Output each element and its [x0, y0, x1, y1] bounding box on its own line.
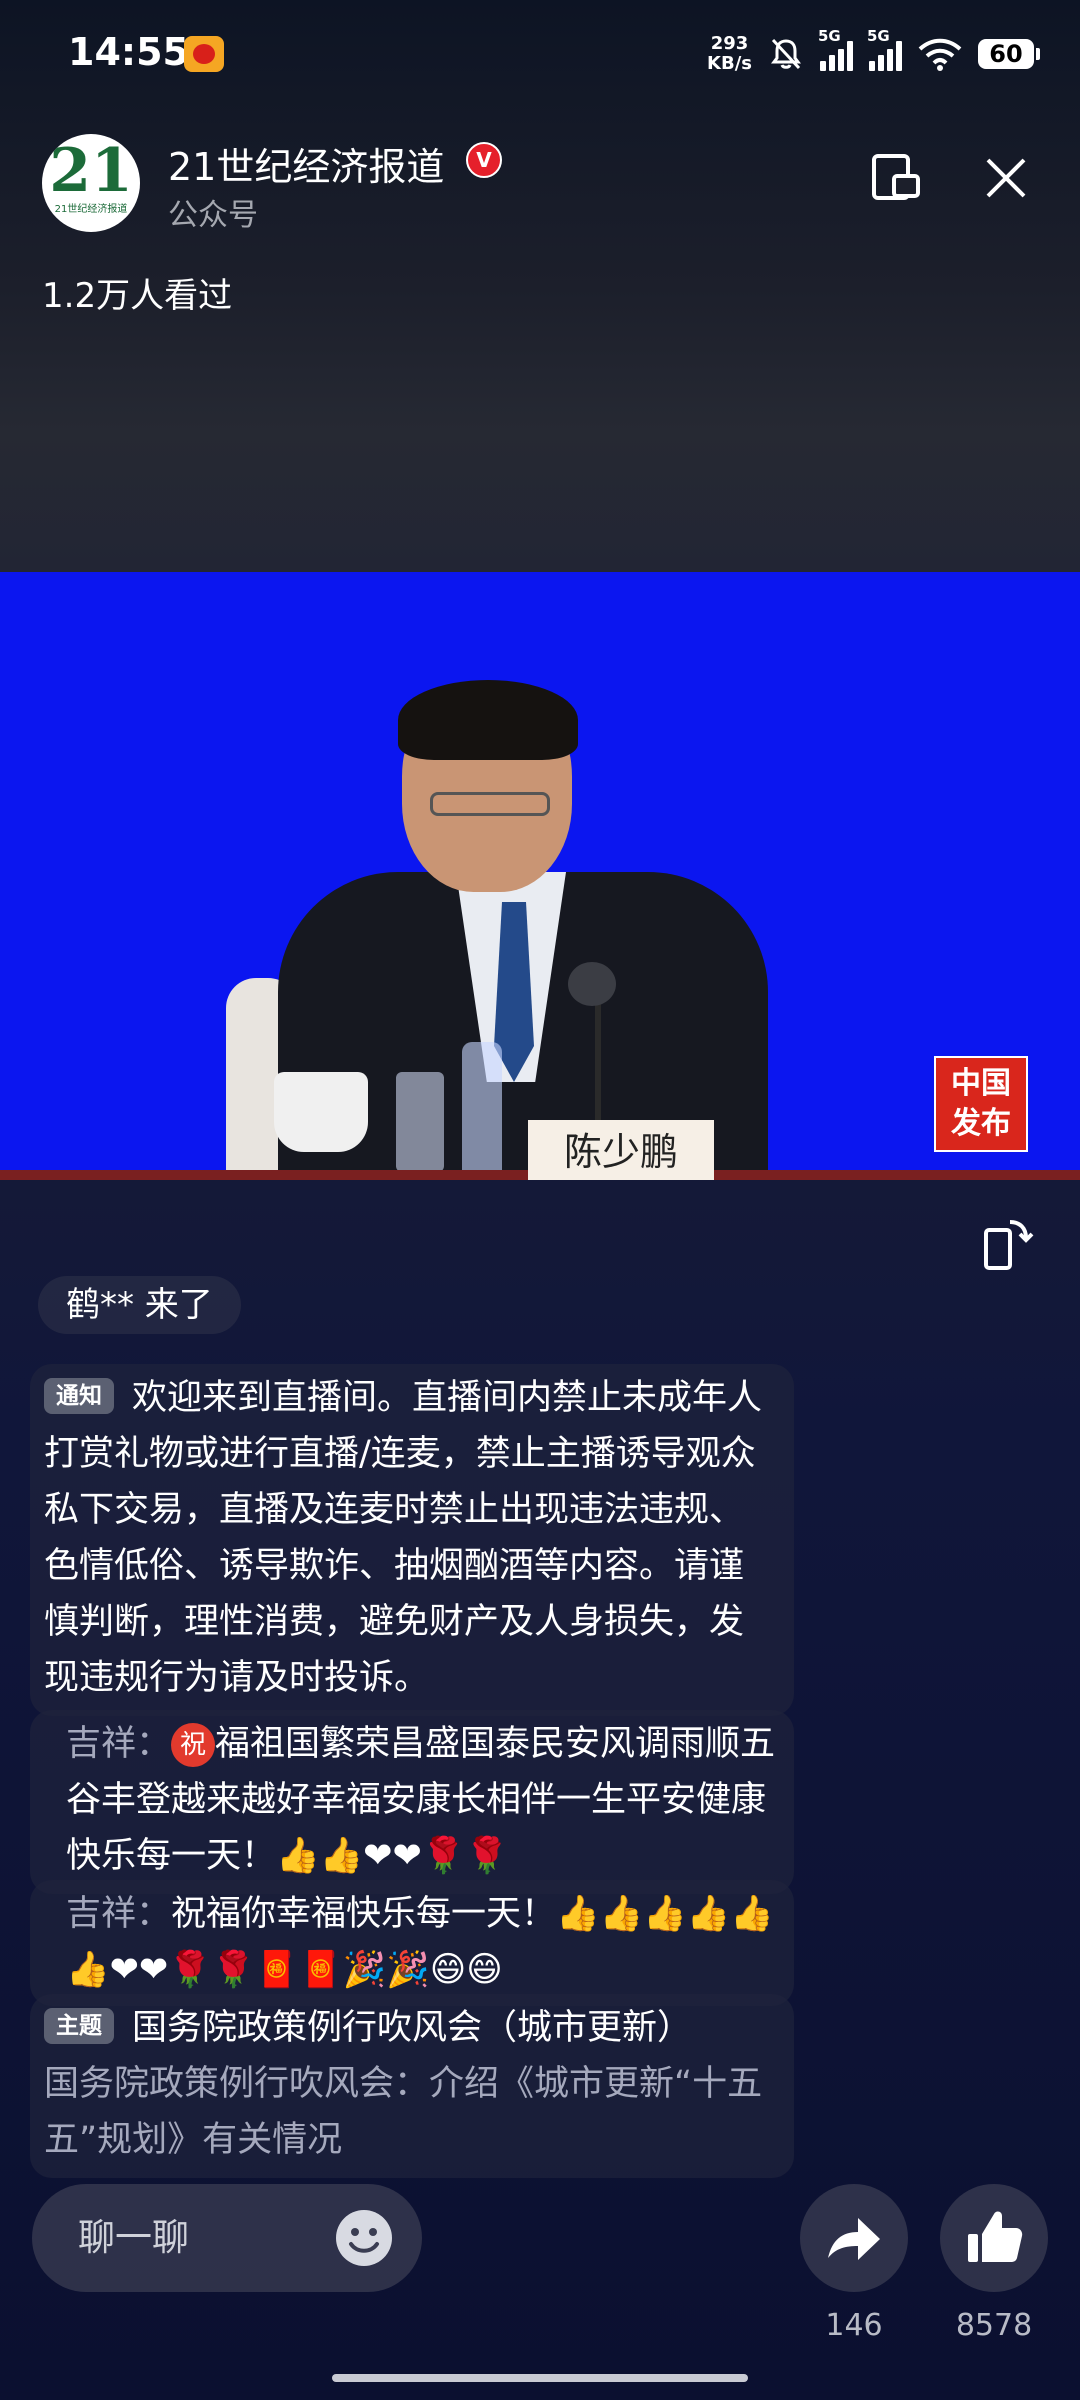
user-entered-notice: 鹤** 来了: [38, 1276, 241, 1334]
system-notice: 通知 欢迎来到直播间。直播间内禁止未成年人打赏礼物或进行直播/连麦，禁止主播诱导观…: [30, 1364, 794, 1716]
logo-line-2: 发布: [951, 1106, 1011, 1141]
notice-text: 欢迎来到直播间。直播间内禁止未成年人打赏礼物或进行直播/连麦，禁止主播诱导观众私…: [44, 1378, 763, 1698]
chat-message[interactable]: 吉祥：祝福你幸福快乐每一天！👍👍👍👍👍👍❤❤🌹🌹🧧🧧🎉🎉😄😄: [30, 1880, 794, 2006]
share-count: 146: [825, 2308, 883, 2343]
close-icon: [986, 158, 1026, 198]
topic-tag: 主题: [44, 2008, 114, 2044]
china-release-logo: 中国 发布: [934, 1056, 1028, 1152]
thumbs-up-icon: [968, 2211, 1023, 2262]
emoji-icon[interactable]: [334, 2208, 394, 2268]
chat-text: 祝福你幸福快乐每一天！: [171, 1894, 557, 1934]
topic-description: 国务院政策例行吹风会：介绍《城市更新“十五五”规划》有关情况: [44, 2064, 763, 2160]
avatar-number: 21: [49, 136, 133, 206]
status-time: 14:55: [68, 30, 189, 74]
speaker-hair: [398, 680, 578, 760]
water-glass: [396, 1072, 444, 1172]
signal-icon-2: 5G: [867, 27, 902, 71]
chat-input-placeholder: 聊一聊: [78, 2216, 189, 2259]
channel-avatar[interactable]: 21 21世纪经济报道: [42, 134, 140, 232]
net-speed-value: 293: [710, 33, 749, 54]
water-bottle: [462, 1042, 502, 1180]
battery-indicator: 60: [978, 39, 1040, 69]
chat-emojis: 👍👍❤❤🌹🌹: [276, 1836, 509, 1876]
microphone-icon: [568, 962, 616, 1006]
like-count: 8578: [955, 2308, 1033, 2343]
rotate-screen-icon: [984, 1220, 1034, 1270]
mute-bell-icon: [771, 38, 801, 70]
logo-line-1: 中国: [951, 1066, 1011, 1101]
share-button[interactable]: [800, 2184, 908, 2292]
status-indicators: 293 KB/s 5G 5G 60: [707, 26, 1040, 82]
net-speed: 293 KB/s: [707, 34, 752, 74]
chat-username[interactable]: 吉祥：: [66, 1724, 171, 1764]
share-icon: [828, 2218, 880, 2260]
blessing-badge-icon: 祝: [171, 1723, 216, 1767]
net-speed-unit: KB/s: [707, 53, 752, 74]
weibo-notification-icon: [184, 36, 224, 72]
picture-in-picture-icon: [872, 154, 920, 200]
viewer-count: 1.2万人看过: [42, 276, 233, 316]
pip-button[interactable]: [866, 148, 926, 208]
topic-title: 国务院政策例行吹风会（城市更新）: [132, 2008, 693, 2048]
chat-message[interactable]: 吉祥：祝福祖国繁荣昌盛国泰民安风调雨顺五谷丰登越来越好幸福安康长相伴一生平安健康…: [30, 1710, 794, 1894]
speaker-glasses: [430, 792, 550, 816]
verified-badge: V: [466, 142, 502, 178]
wifi-icon: [918, 38, 962, 71]
like-button[interactable]: [940, 2184, 1048, 2292]
chat-username[interactable]: 吉祥：: [66, 1894, 171, 1934]
channel-type: 公众号: [168, 198, 258, 233]
live-video[interactable]: 陈少鹏 中国 发布: [0, 572, 1080, 1180]
channel-name[interactable]: 21世纪经济报道: [168, 136, 444, 191]
home-indicator[interactable]: [332, 2374, 748, 2382]
rotate-screen-button[interactable]: [980, 1216, 1036, 1272]
nameplate: 陈少鹏: [528, 1120, 714, 1180]
avatar-subtext: 21世纪经济报道: [54, 204, 128, 215]
close-button[interactable]: [976, 148, 1036, 208]
topic-card[interactable]: 主题 国务院政策例行吹风会（城市更新） 国务院政策例行吹风会：介绍《城市更新“十五…: [30, 1994, 794, 2178]
tea-cup: [274, 1072, 368, 1152]
chat-input[interactable]: 聊一聊: [32, 2184, 422, 2292]
notice-tag: 通知: [44, 1378, 114, 1414]
signal-icon-1: 5G: [818, 27, 853, 71]
